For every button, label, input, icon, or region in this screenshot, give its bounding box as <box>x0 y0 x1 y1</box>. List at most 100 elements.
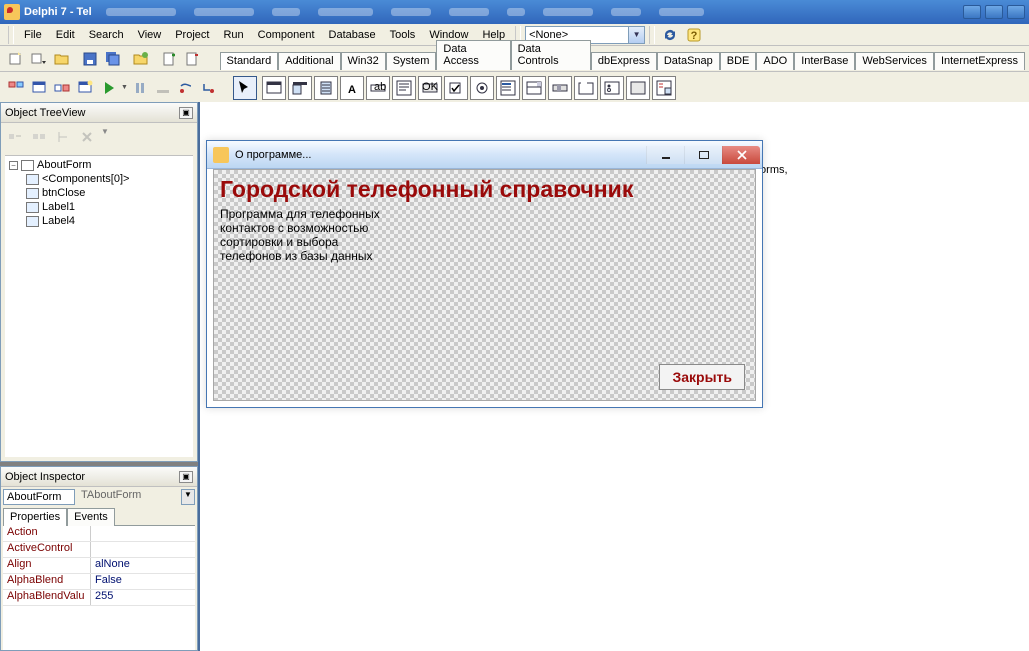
inspector-row[interactable]: AlignalNone <box>3 558 195 574</box>
sync-icon[interactable] <box>659 24 681 46</box>
object-tree[interactable]: − AboutForm <Components[0]> btnClose Lab… <box>5 155 193 457</box>
prop-val[interactable]: False <box>91 574 195 589</box>
inspector-row[interactable]: AlphaBlendValu255 <box>3 590 195 606</box>
toggle-form-unit-icon[interactable] <box>51 77 73 99</box>
trace-step-icon[interactable] <box>198 77 220 99</box>
help-icon[interactable]: ? <box>683 24 705 46</box>
groupbox-icon[interactable] <box>574 76 598 100</box>
add-file-icon[interactable] <box>158 48 180 70</box>
listbox-icon[interactable] <box>496 76 520 100</box>
prop-val[interactable]: alNone <box>91 558 195 573</box>
tab-properties[interactable]: Properties <box>3 508 67 526</box>
button-icon[interactable]: OK <box>418 76 442 100</box>
run-icon[interactable] <box>98 77 120 99</box>
tab-interbase[interactable]: InterBase <box>794 52 855 70</box>
tree-child-node[interactable]: Label1 <box>5 200 193 214</box>
new-form-icon[interactable] <box>74 77 96 99</box>
dialog-close-action-button[interactable]: Закрыть <box>659 364 745 390</box>
prop-val[interactable] <box>91 526 195 541</box>
inspector-row[interactable]: ActiveControl <box>3 542 195 558</box>
prop-val[interactable] <box>91 542 195 557</box>
inspector-row[interactable]: Action <box>3 526 195 542</box>
prop-val[interactable]: 255 <box>91 590 195 605</box>
tab-webservices[interactable]: WebServices <box>855 52 934 70</box>
pin-icon[interactable]: ▣ <box>179 471 193 483</box>
new-item-dropdown-icon[interactable] <box>28 48 50 70</box>
tab-events[interactable]: Events <box>67 508 115 526</box>
menu-search[interactable]: Search <box>83 27 130 43</box>
close-button[interactable] <box>1007 5 1025 19</box>
new-item-icon[interactable] <box>5 48 27 70</box>
remove-file-icon[interactable] <box>181 48 203 70</box>
dialog-minimize-button[interactable] <box>646 146 684 164</box>
tree-child-node[interactable]: btnClose <box>5 186 193 200</box>
tree-child-node[interactable]: <Components[0]> <box>5 172 193 186</box>
tab-bde[interactable]: BDE <box>720 52 757 70</box>
chevron-down-icon[interactable]: ▼ <box>628 27 644 43</box>
tab-win32[interactable]: Win32 <box>341 52 386 70</box>
object-inspector-title: Object Inspector <box>5 471 85 483</box>
menu-component[interactable]: Component <box>252 27 321 43</box>
pin-icon[interactable]: ▣ <box>179 107 193 119</box>
menu-database[interactable]: Database <box>323 27 382 43</box>
maximize-button[interactable] <box>985 5 1003 19</box>
tab-additional[interactable]: Additional <box>278 52 340 70</box>
dialog-close-button[interactable] <box>722 146 760 164</box>
tree-child-node[interactable]: Label4 <box>5 214 193 228</box>
minimize-button[interactable] <box>963 5 981 19</box>
menu-view[interactable]: View <box>132 27 168 43</box>
svg-text:?: ? <box>691 30 698 42</box>
tab-ado[interactable]: ADO <box>756 52 794 70</box>
scrollbar-icon[interactable] <box>548 76 572 100</box>
menu-tools[interactable]: Tools <box>384 27 422 43</box>
open-icon[interactable] <box>51 48 73 70</box>
menu-file[interactable]: File <box>18 27 48 43</box>
menu-run[interactable]: Run <box>217 27 249 43</box>
view-unit-icon[interactable] <box>5 77 27 99</box>
tree-tool-1-icon[interactable] <box>5 127 25 147</box>
tree-tool-2-icon[interactable] <box>29 127 49 147</box>
radiobutton-icon[interactable] <box>470 76 494 100</box>
open-project-icon[interactable] <box>130 48 152 70</box>
inspector-row[interactable]: AlphaBlendFalse <box>3 574 195 590</box>
combobox-icon[interactable] <box>522 76 546 100</box>
tab-datasnap[interactable]: DataSnap <box>657 52 720 70</box>
inspector-grid[interactable]: Action ActiveControl AlignalNone AlphaBl… <box>3 525 195 650</box>
save-icon[interactable] <box>79 48 101 70</box>
checkbox-icon[interactable] <box>444 76 468 100</box>
tab-dataaccess[interactable]: Data Access <box>436 40 510 70</box>
edit-icon[interactable]: ab| <box>366 76 390 100</box>
tree-delete-icon[interactable] <box>77 127 97 147</box>
mainmenu-icon[interactable] <box>288 76 312 100</box>
toolbar-row-1: Standard Additional Win32 System Data Ac… <box>0 46 1029 72</box>
chevron-down-icon[interactable]: ▼ <box>181 489 195 505</box>
memo-icon[interactable] <box>392 76 416 100</box>
label-icon[interactable]: A <box>340 76 364 100</box>
menu-edit[interactable]: Edit <box>50 27 81 43</box>
tree-root-node[interactable]: − AboutForm <box>5 158 193 172</box>
pause-icon[interactable] <box>129 77 151 99</box>
object-treeview-title: Object TreeView <box>5 107 86 119</box>
arrow-tool-icon[interactable] <box>233 76 257 100</box>
radiogroup-icon[interactable] <box>600 76 624 100</box>
popupmenu-icon[interactable] <box>314 76 338 100</box>
inspector-object-combo[interactable]: AboutForm TAboutForm ▼ <box>3 489 195 505</box>
dialog-titlebar[interactable]: О программе... <box>207 141 762 169</box>
tab-datacontrols[interactable]: Data Controls <box>511 40 591 70</box>
collapse-icon[interactable]: − <box>9 161 18 170</box>
tree-tool-3-icon[interactable] <box>53 127 73 147</box>
trace-into-icon[interactable] <box>175 77 197 99</box>
frames-icon[interactable] <box>262 76 286 100</box>
panel-icon[interactable] <box>626 76 650 100</box>
menu-project[interactable]: Project <box>169 27 215 43</box>
step-over-icon[interactable] <box>152 77 174 99</box>
tab-internetexpress[interactable]: InternetExpress <box>934 52 1025 70</box>
tab-standard[interactable]: Standard <box>220 52 279 70</box>
actionlist-icon[interactable] <box>652 76 676 100</box>
tab-dbexpress[interactable]: dbExpress <box>591 52 657 70</box>
save-all-icon[interactable] <box>102 48 124 70</box>
view-form-icon[interactable] <box>28 77 50 99</box>
tab-system[interactable]: System <box>386 52 437 70</box>
object-inspector-panel: Object Inspector ▣ AboutForm TAboutForm … <box>0 466 198 651</box>
dialog-maximize-button[interactable] <box>684 146 722 164</box>
